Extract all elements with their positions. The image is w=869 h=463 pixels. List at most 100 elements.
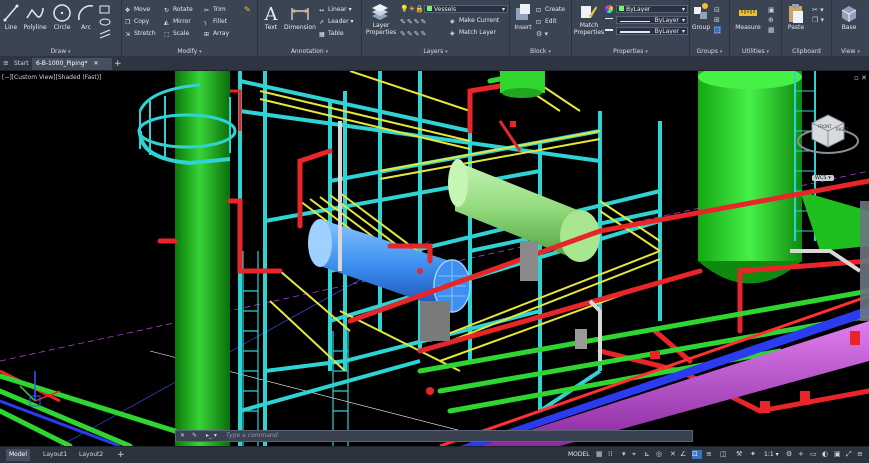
viewcube-right-label: RIGHT <box>836 127 849 132</box>
isolate-objects-icon[interactable]: ◐ <box>822 450 831 459</box>
clipboard-tools-icons[interactable]: ✂ ▾ ❐ ▾ <box>812 5 824 25</box>
dynamic-input-icon[interactable]: ⌖ <box>632 450 641 459</box>
modify-pencil-icon[interactable]: ✎ <box>244 5 251 14</box>
properties-panel-title[interactable]: Properties ▾ <box>572 48 689 55</box>
command-line[interactable]: ✕ ✎ ▸_ ▾ Type a command <box>175 430 693 442</box>
lineweight-display-icon[interactable]: ≡ <box>706 450 715 459</box>
add-layout-button[interactable]: + <box>114 449 128 461</box>
new-tab-button[interactable]: + <box>110 58 126 70</box>
close-command-icon[interactable]: ✕ <box>180 431 185 441</box>
viewport-window-controls[interactable]: ▫ ✕ <box>854 74 867 82</box>
layer-properties-button[interactable]: Layer Properties <box>364 2 396 36</box>
arc-button[interactable]: Arc <box>76 2 96 32</box>
match-layer-button[interactable]: ◈ Match Layer <box>450 28 496 38</box>
viewcube[interactable] <box>797 114 859 154</box>
mirror-button[interactable]: ◭ Mirror <box>164 17 191 27</box>
navigation-bar[interactable] <box>860 201 869 321</box>
piping-model-drawing <box>0 71 869 446</box>
make-current-button[interactable]: ◈ Make Current <box>450 16 499 26</box>
linear-button[interactable]: ↔ Linear ▾ <box>319 5 352 15</box>
match-properties-button[interactable]: Match Properties <box>573 2 604 36</box>
layers-panel-title[interactable]: Layers ▾ <box>362 48 509 55</box>
tab-drawing[interactable]: 6-B-1000_Piping* ✕ <box>32 58 112 70</box>
circle-button[interactable]: Circle <box>51 2 73 32</box>
grid-icon[interactable]: ▦ <box>596 450 605 459</box>
annotation-panel-title[interactable]: Annotation ▾ <box>258 48 361 55</box>
modify-panel-title[interactable]: Modify ▾ <box>122 48 257 55</box>
dimension-button[interactable]: Dimension <box>284 2 316 32</box>
tab-layout2[interactable]: Layout2 <box>76 449 106 461</box>
view-panel-title[interactable]: View ▾ <box>832 48 869 55</box>
snap-icon[interactable]: ⁞⁞ <box>608 450 617 459</box>
annotation-visibility-icon[interactable]: ⚒ <box>736 450 745 459</box>
table-button[interactable]: ▦ Table <box>319 29 344 39</box>
measure-button[interactable]: Measure <box>732 2 764 32</box>
paste-button[interactable]: Paste <box>785 2 807 32</box>
workspace-gear-icon[interactable]: ⚙ <box>786 450 795 459</box>
leader-button[interactable]: ↗ Leader ▾ <box>319 17 354 27</box>
utilities-panel-title[interactable]: Utilities ▾ <box>730 48 781 55</box>
linetype-dropdown[interactable]: ByLayer ▾ <box>616 16 688 24</box>
drawing-viewport[interactable]: [−][Custom View][Shaded (Fast)] FRONT RI… <box>0 71 869 446</box>
make-current-icon: ◈ <box>450 18 455 25</box>
copy-button[interactable]: ❐ Copy <box>125 17 149 27</box>
lineweight-dropdown[interactable]: ByLayer ▾ <box>616 27 688 35</box>
customization-menu-icon[interactable]: ≡ <box>857 450 866 459</box>
utilities-tools-icons[interactable]: ▣ ⊕ ▦ <box>768 5 775 35</box>
model-space-button[interactable]: MODEL <box>568 449 590 461</box>
annotation-scale-icon[interactable]: ✦ <box>750 450 759 459</box>
base-button[interactable]: Base <box>836 2 862 32</box>
draw-extra-icons[interactable] <box>98 4 118 40</box>
isometric-icon[interactable]: ✕ <box>670 450 679 459</box>
block-attr-icons[interactable]: ⚙ ▾ <box>536 30 548 38</box>
clipboard-panel-title[interactable]: Clipboard <box>782 48 831 55</box>
scale-button[interactable]: ⬚ Scale <box>164 29 189 39</box>
units-icon[interactable]: ▭ <box>810 450 819 459</box>
annotation-monitor-icon[interactable]: + <box>798 450 807 459</box>
polyline-button[interactable]: Polyline <box>22 2 48 32</box>
move-button[interactable]: ✥ Move <box>125 5 150 15</box>
edit-block-button[interactable]: ⊡ Edit <box>536 17 557 27</box>
color-dropdown[interactable]: ByLayer ▾ <box>616 5 688 13</box>
circle-icon <box>53 4 71 22</box>
menu-icon[interactable]: ≡ <box>3 59 9 67</box>
layer-dropdown[interactable]: Vessels ▾ <box>424 5 508 13</box>
wcs-menu[interactable]: WCS ▾ <box>812 175 834 181</box>
draw-panel-title[interactable]: Draw ▾ <box>0 48 121 55</box>
command-prompt-icon[interactable]: ▸_ ▾ <box>206 431 217 441</box>
group-tools-icons[interactable]: ⊟ ⊞ ⬚ <box>714 5 721 35</box>
tab-start[interactable]: Start <box>10 58 33 70</box>
infer-constraints-icon[interactable]: ▾ <box>622 450 631 459</box>
color-wheel-icon[interactable] <box>605 5 613 13</box>
layer-tools-row2[interactable]: ✎✎✎✎ <box>400 30 427 38</box>
customize-command-icon[interactable]: ✎ <box>192 431 197 441</box>
stretch-button[interactable]: ⇲ Stretch <box>125 29 156 39</box>
fillet-button[interactable]: ╮ Fillet <box>204 17 227 27</box>
annotation-scale-value[interactable]: 1:1 ▾ <box>764 449 779 461</box>
clean-screen-icon[interactable]: ⤢ <box>846 450 855 459</box>
array-button[interactable]: ⊞ Array <box>204 29 229 39</box>
insert-button[interactable]: Insert <box>512 2 534 32</box>
polar-tracking-icon[interactable]: ◎ <box>656 450 665 459</box>
layer-tools-row1[interactable]: ✎✎✎✎ <box>400 18 427 26</box>
line-button[interactable]: Line <box>2 2 20 32</box>
group-button[interactable]: Group <box>691 2 711 32</box>
ortho-icon[interactable]: ⊾ <box>644 450 653 459</box>
object-snap-icon[interactable]: ⊡ <box>692 450 702 459</box>
object-snap-tracking-icon[interactable]: ∠ <box>680 450 689 459</box>
rotate-button[interactable]: ↻ Rotate <box>164 5 193 15</box>
command-input[interactable]: Type a command <box>226 431 278 441</box>
trim-button[interactable]: ✂ Trim <box>204 5 226 15</box>
groups-panel-title[interactable]: Groups ▾ <box>690 48 729 55</box>
transparency-icon[interactable]: ◫ <box>720 450 729 459</box>
create-block-button[interactable]: ⊡ Create <box>536 5 565 15</box>
block-panel-title[interactable]: Block ▾ <box>510 48 571 55</box>
viewport-controls-label[interactable]: [−][Custom View][Shaded (Fast)] <box>2 74 101 81</box>
close-tab-icon[interactable]: ✕ <box>93 60 98 67</box>
text-button[interactable]: A Text <box>261 2 281 32</box>
text-icon: A <box>264 4 279 24</box>
tab-model[interactable]: Model <box>6 449 31 461</box>
tab-layout1[interactable]: Layout1 <box>40 449 70 461</box>
hardware-acceleration-icon[interactable]: ▣ <box>834 450 843 459</box>
layer-state-icons[interactable]: 💡☀🔒 <box>400 5 424 13</box>
